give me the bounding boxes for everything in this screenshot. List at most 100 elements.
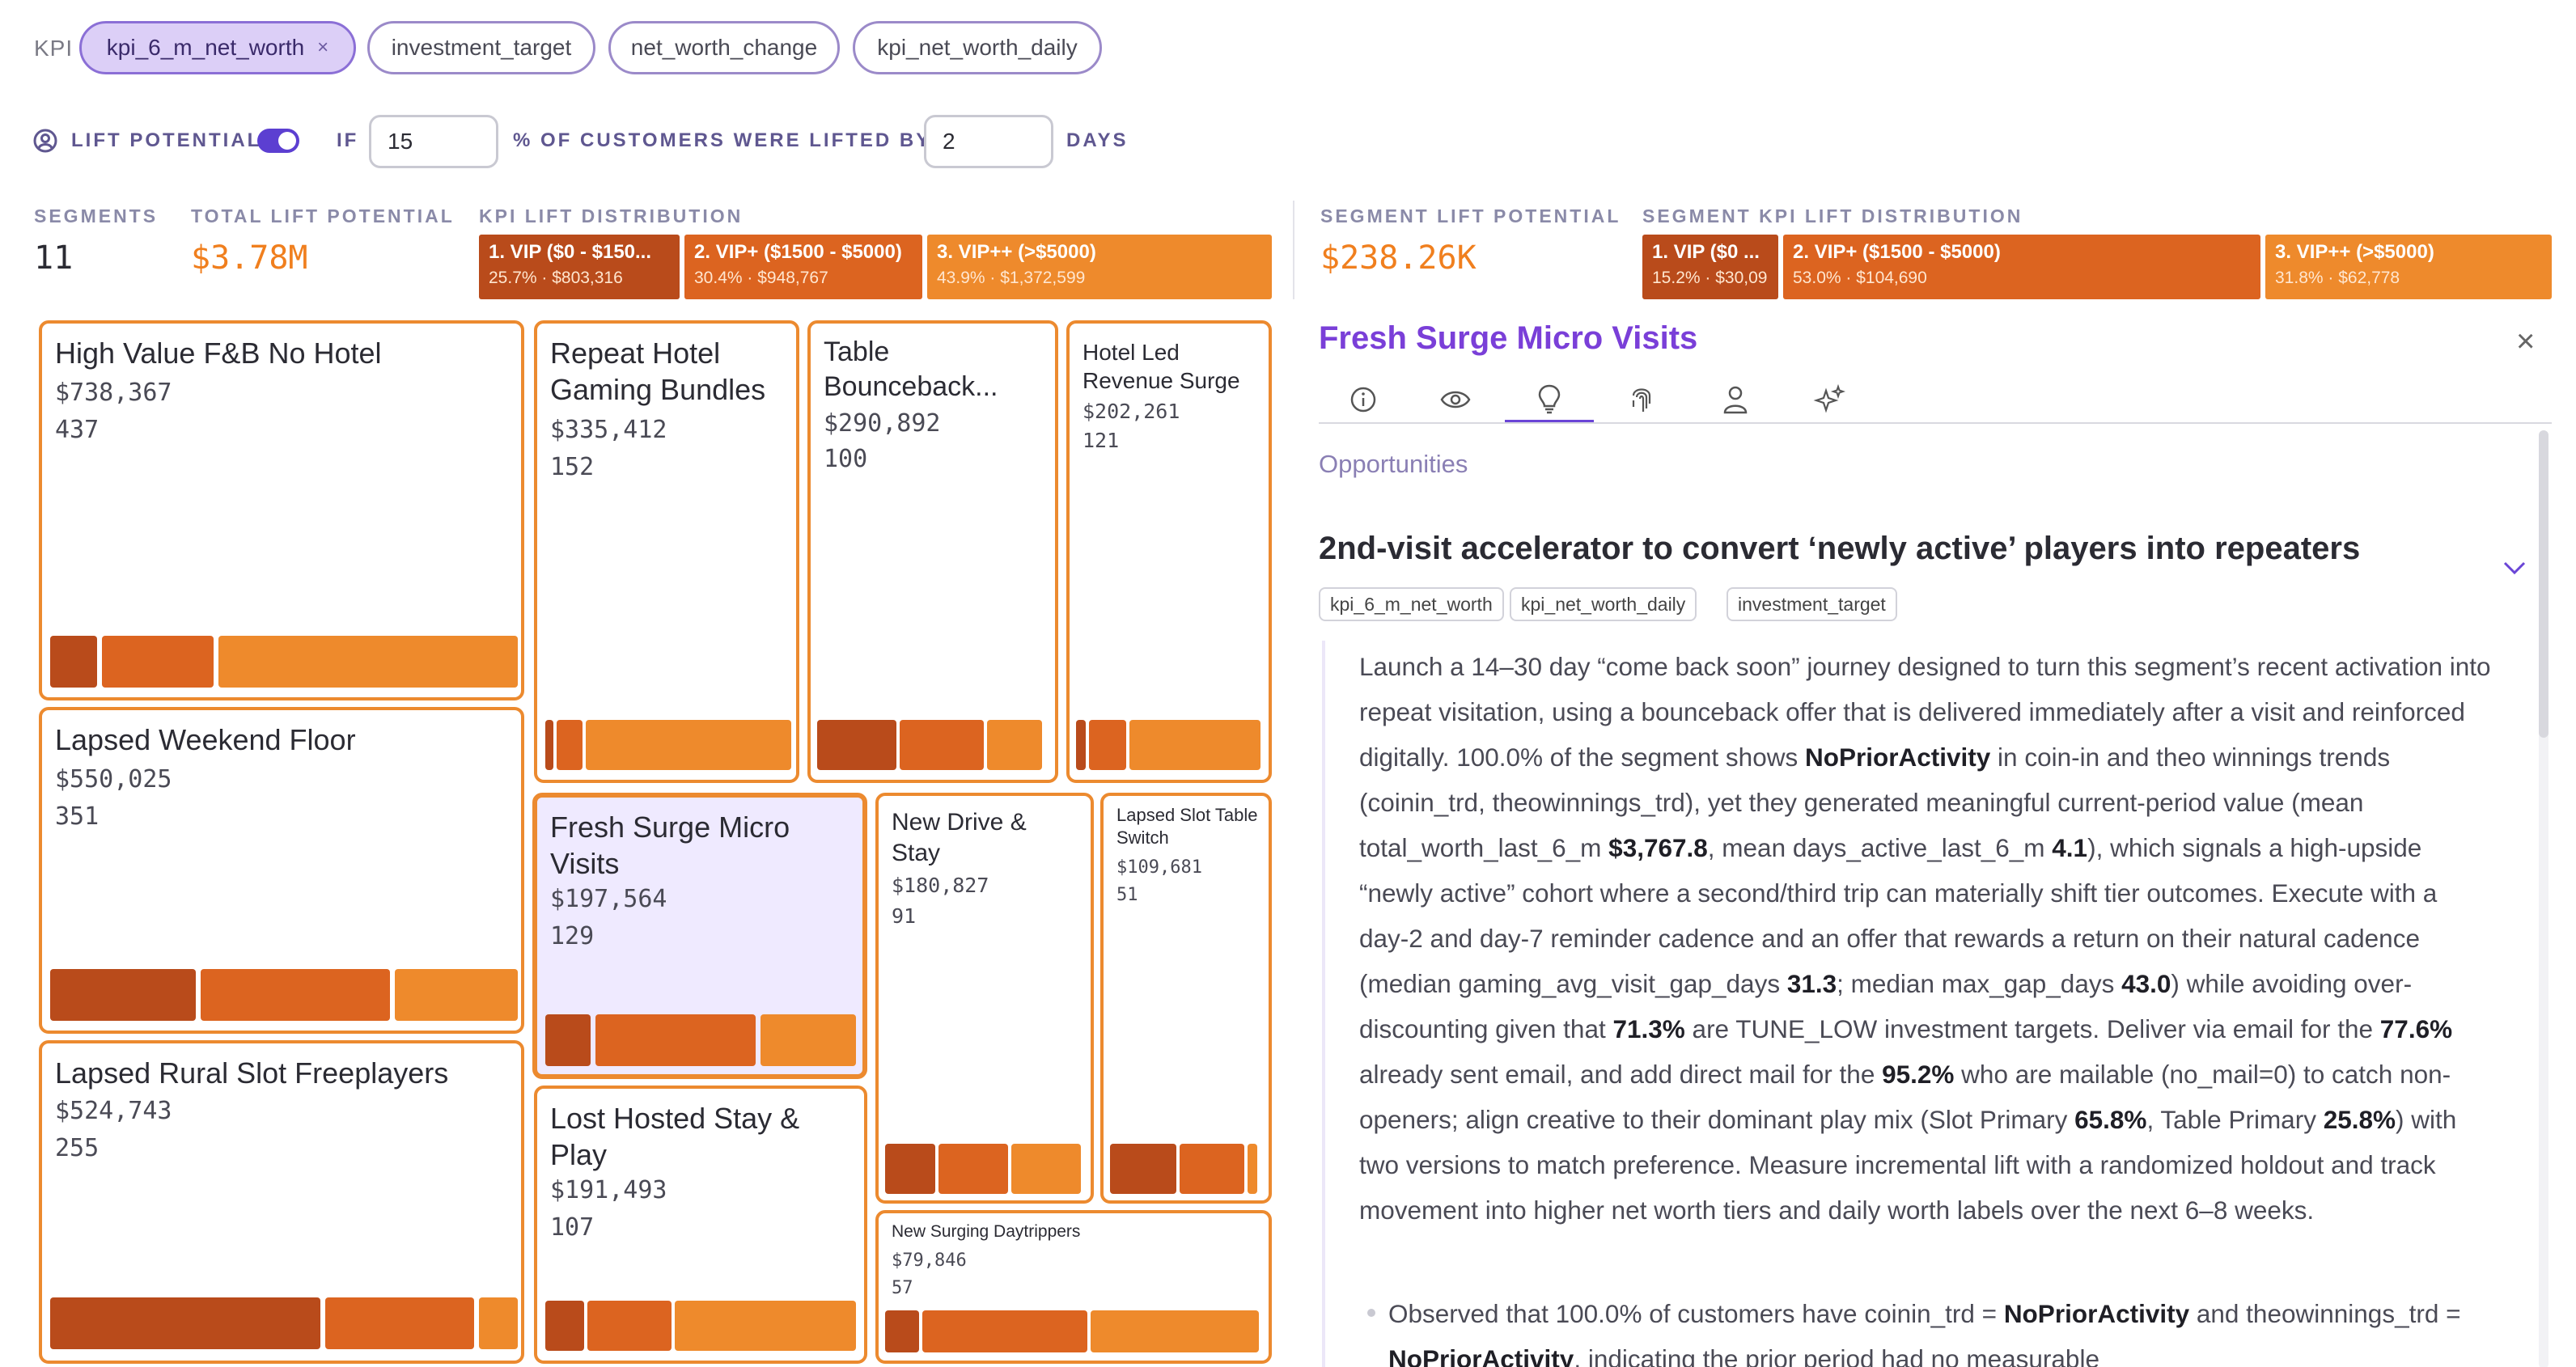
dist-bar-vip-plus-plus[interactable]: 3. VIP++ (>$5000) 43.9% · $1,372,599 (927, 235, 1272, 299)
dist-sub: 53.0% · $104,690 (1793, 269, 1927, 287)
days-input[interactable]: 2 (924, 115, 1053, 168)
total-lift-label: TOTAL LIFT POTENTIAL (191, 205, 455, 226)
opportunity-description: Launch a 14–30 day “come back soon” jour… (1359, 652, 2491, 1225)
segment-tile[interactable]: Lost Hosted Stay & Play $191,493 107 (534, 1086, 867, 1364)
section-label: Opportunities (1319, 450, 1468, 478)
tier-lift-segment (1129, 720, 1260, 770)
dist-sub: 15.2% · $30,09 (1652, 269, 1768, 287)
tier-lift-segment (50, 1297, 320, 1349)
tier-lift-segment (50, 969, 196, 1021)
segment-value: $550,025 (55, 765, 172, 794)
total-lift-value: $3.78M (191, 239, 308, 277)
segment-tile[interactable]: High Value F&B No Hotel $738,367 437 (39, 320, 524, 700)
days-label: DAYS (1066, 129, 1129, 151)
scrollbar-thumb[interactable] (2539, 430, 2548, 738)
segment-name: Table Bounceback... (824, 336, 998, 402)
segment-value: $197,564 (550, 885, 667, 913)
dist-title: 2. VIP+ ($1500 - $5000) (694, 241, 902, 263)
segment-tile[interactable]: New Drive & Stay $180,827 91 (875, 793, 1094, 1204)
segment-tile[interactable]: Lapsed Weekend Floor $550,025 351 (39, 707, 524, 1034)
seg-dist-bar-vip[interactable]: 1. VIP ($0 ... 15.2% · $30,09 (1642, 235, 1778, 299)
segment-name: New Drive & Stay (892, 809, 1027, 866)
tab-opportunities[interactable] (1505, 377, 1594, 424)
close-icon[interactable]: × (317, 36, 328, 59)
tier-lift-segment (201, 969, 390, 1021)
chip-investment-target[interactable]: investment_target (367, 21, 595, 74)
tab-info[interactable] (1319, 377, 1408, 422)
segment-tile[interactable]: Repeat Hotel Gaming Bundles $335,412 152 (534, 320, 799, 783)
tier-lift-segment (1091, 1310, 1259, 1352)
segments-count: 11 (34, 239, 74, 277)
dist-sub: 30.4% · $948,767 (694, 269, 828, 287)
if-label: IF (337, 129, 359, 151)
seg-dist-bar-vip-plus-plus[interactable]: 3. VIP++ (>$5000) 31.8% · $62,778 (2265, 235, 2552, 299)
segment-dist-label: SEGMENT KPI LIFT DISTRIBUTION (1642, 205, 2023, 226)
segment-count: 91 (892, 904, 917, 928)
segment-value: $335,412 (550, 416, 667, 444)
kpi-dist-label: KPI LIFT DISTRIBUTION (479, 205, 744, 226)
opportunity-heading: 2nd-visit accelerator to convert ‘newly … (1319, 531, 2361, 566)
tag-kpi-6-m-net-worth[interactable]: kpi_6_m_net_worth (1319, 587, 1504, 621)
chip-net-worth-change[interactable]: net_worth_change (608, 21, 840, 74)
tabs-divider (1319, 422, 2552, 424)
fingerprint-icon (1632, 388, 1651, 412)
tier-lift-segment (1011, 1144, 1081, 1194)
chip-label: kpi_net_worth_daily (877, 35, 1078, 60)
seg-dist-bar-vip-plus[interactable]: 2. VIP+ ($1500 - $5000) 53.0% · $104,690 (1783, 235, 2260, 299)
segment-tile[interactable]: Hotel Led Revenue Surge $202,261 121 (1066, 320, 1272, 783)
segment-name: Lost Hosted Stay & Play (550, 1102, 800, 1171)
chip-kpi-net-worth-daily[interactable]: kpi_net_worth_daily (853, 21, 1102, 74)
tier-lift-segment (675, 1301, 856, 1351)
dist-title: 2. VIP+ ($1500 - $5000) (1793, 241, 2001, 263)
segment-tile[interactable]: New Surging Daytrippers $79,846 57 (875, 1210, 1272, 1364)
user-circle-icon (33, 129, 57, 153)
tier-lift-segment (395, 969, 518, 1021)
segment-name: Fresh Surge Micro Visits (550, 810, 790, 880)
tier-lift-segment (1110, 1144, 1176, 1194)
segment-name: Hotel Led Revenue Surge (1083, 340, 1240, 393)
segment-tile-selected[interactable]: Fresh Surge Micro Visits $197,564 129 (532, 793, 867, 1079)
lift-potential-toggle[interactable] (257, 129, 299, 153)
dist-bar-vip[interactable]: 1. VIP ($0 - $150... 25.7% · $803,316 (479, 235, 680, 299)
tab-identity[interactable] (1597, 377, 1686, 422)
tag-kpi-net-worth-daily[interactable]: kpi_net_worth_daily (1510, 587, 1697, 621)
tier-lift-segment (1180, 1144, 1244, 1194)
tier-lift-segment (922, 1310, 1087, 1352)
tier-lift-segment (938, 1144, 1008, 1194)
tier-lift-segment (761, 1014, 856, 1066)
tier-lift-segment (885, 1310, 919, 1352)
tier-lift-segment (586, 720, 791, 770)
segment-count: 152 (550, 453, 595, 481)
dist-bar-vip-plus[interactable]: 2. VIP+ ($1500 - $5000) 30.4% · $948,767 (684, 235, 922, 299)
dist-title: 3. VIP++ (>$5000) (937, 241, 1096, 263)
observation-bullet: Observed that 100.0% of customers have c… (1388, 1299, 2461, 1367)
panel-title: Fresh Surge Micro Visits (1319, 320, 1698, 356)
segment-tile[interactable]: Lapsed Rural Slot Freeplayers $524,743 2… (39, 1040, 524, 1364)
segment-value: $109,681 (1116, 857, 1202, 878)
tab-view[interactable] (1411, 377, 1500, 422)
tier-lift-segment (885, 1144, 935, 1194)
segment-count: 129 (550, 922, 595, 950)
chip-label: kpi_6_m_net_worth (106, 35, 305, 60)
close-icon[interactable]: × (2516, 324, 2535, 360)
tab-ai[interactable] (1785, 377, 1874, 422)
percent-input[interactable]: 15 (369, 115, 498, 168)
tier-lift-segment (987, 720, 1042, 770)
segment-tile[interactable]: Lapsed Slot Table Switch $109,681 51 (1100, 793, 1272, 1204)
tab-profile[interactable] (1691, 377, 1780, 422)
segment-name: Repeat Hotel Gaming Bundles (550, 336, 766, 406)
customers-lifted-label: % OF CUSTOMERS WERE LIFTED BY (513, 129, 932, 151)
chip-label: investment_target (391, 35, 572, 60)
segment-name: High Value F&B No Hotel (55, 336, 382, 370)
chevron-down-icon[interactable] (2502, 552, 2527, 583)
person-icon (1723, 386, 1748, 414)
tag-investment-target[interactable]: investment_target (1727, 587, 1897, 621)
kpi-label: KPI (34, 36, 74, 61)
sparkles-icon (1813, 384, 1845, 413)
dist-title: 1. VIP ($0 - $150... (489, 241, 652, 263)
chip-kpi-6-m-net-worth[interactable]: kpi_6_m_net_worth × (79, 21, 356, 74)
tier-lift-segment (1089, 720, 1126, 770)
segment-tile[interactable]: Table Bounceback... $290,892 100 (807, 320, 1058, 783)
tier-lift-segment (50, 636, 97, 688)
tier-lift-segment (1248, 1144, 1257, 1194)
